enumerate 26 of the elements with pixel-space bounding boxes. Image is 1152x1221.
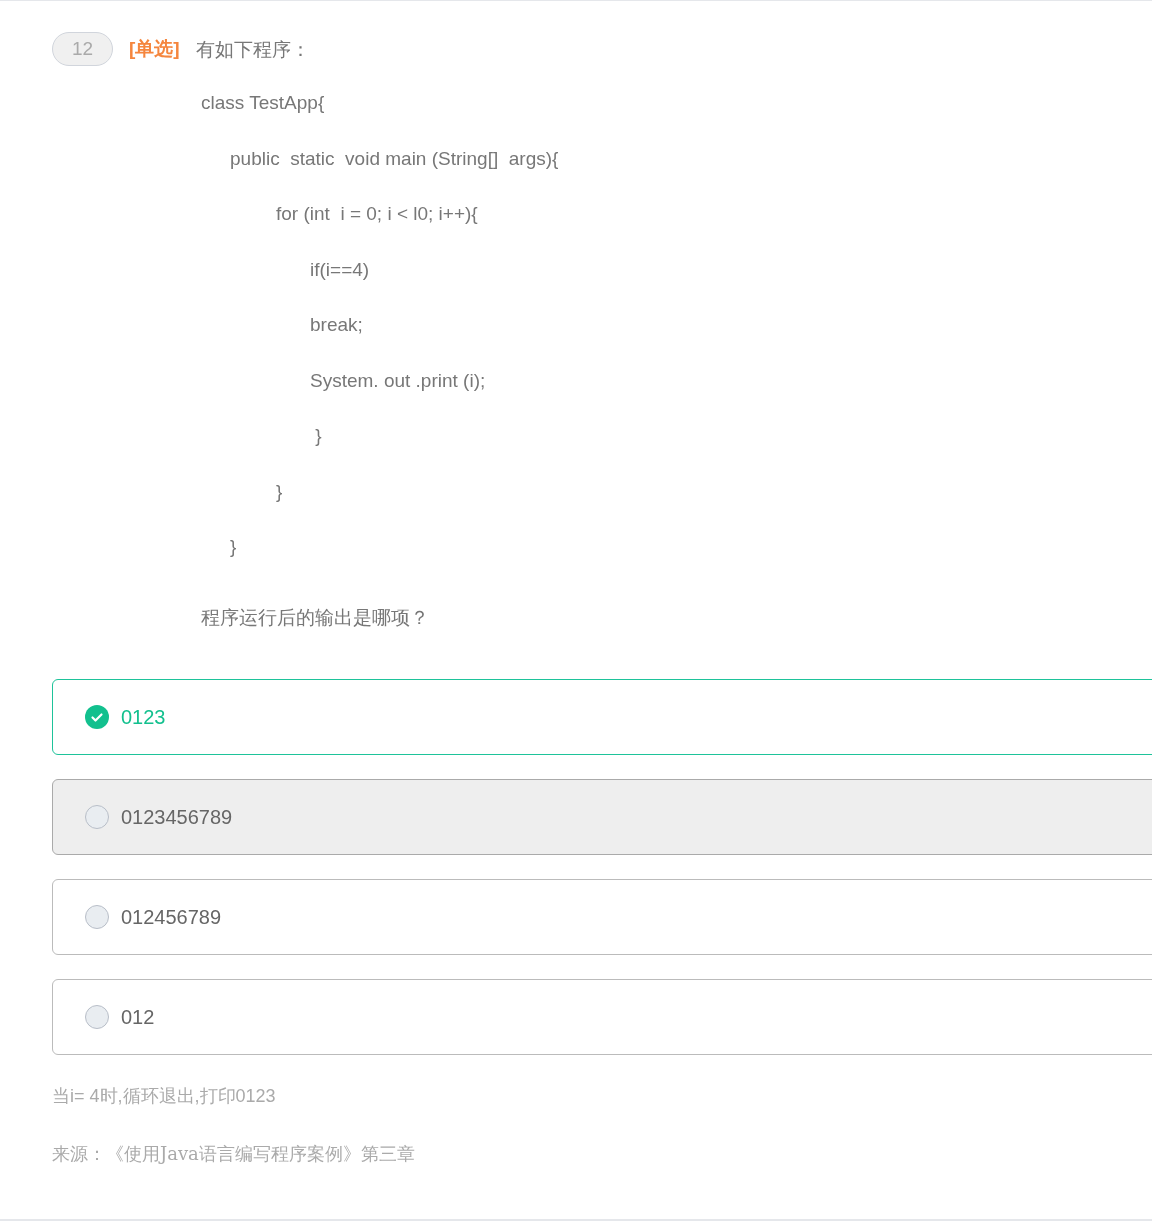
code-line: public static void main (String[] args){ xyxy=(230,146,559,171)
code-line: if(i==4) xyxy=(310,257,370,282)
option-label: 0123456789 xyxy=(121,805,233,830)
question-prompt: 有如下程序： xyxy=(195,36,310,62)
source-text: 来源：《使用Java语言编写程序案例》第三章 xyxy=(52,1143,415,1164)
radio-icon xyxy=(85,905,109,929)
option-label: 012 xyxy=(121,1005,155,1030)
code-line: } xyxy=(276,479,283,504)
option-label: 0123 xyxy=(121,705,166,730)
answer-option[interactable]: 0123456789 xyxy=(52,779,1152,855)
answer-option[interactable]: 012 xyxy=(52,979,1152,1055)
code-line: for (int i = 0; i < l0; i++){ xyxy=(276,202,478,226)
code-line: } xyxy=(230,535,237,559)
option-label: 012456789 xyxy=(121,905,222,930)
radio-icon xyxy=(85,805,109,829)
explanation-text: 当i= 4时,循环退出,打印0123 xyxy=(52,1086,276,1106)
answer-option[interactable]: 012456789 xyxy=(52,879,1152,955)
code-line: } xyxy=(314,424,322,448)
question-text: 程序运行后的输出是哪项？ xyxy=(201,605,429,628)
code-line: break; xyxy=(310,313,363,337)
code-line: System. out .print (i); xyxy=(310,368,486,393)
radio-icon xyxy=(85,1005,109,1029)
check-icon xyxy=(85,705,109,729)
question-type-tag: [单选] xyxy=(129,34,180,64)
question-number: 12 xyxy=(52,32,113,66)
code-line: class TestApp{ xyxy=(201,91,325,115)
